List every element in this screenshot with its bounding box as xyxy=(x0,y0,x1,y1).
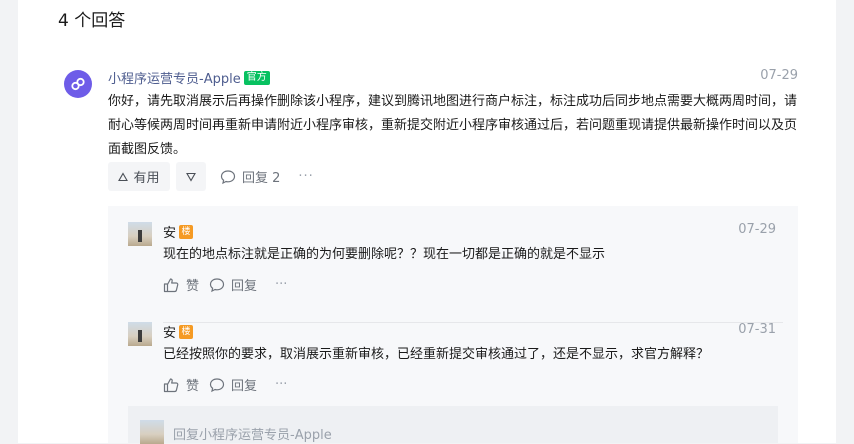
answer-more-button[interactable]: ··· xyxy=(298,169,313,184)
answers-card: 4 个回答 小程序运营专员-Apple 官方 07-29 你好，请先取消展示后再… xyxy=(18,0,836,444)
comment-icon xyxy=(209,277,225,292)
avatar[interactable] xyxy=(140,420,164,444)
nested-reply-text: 回复小程序运营专员-Apple xyxy=(173,428,332,443)
reply-label: 回复 xyxy=(231,279,258,294)
answer-reply-button[interactable]: 回复 2 xyxy=(220,167,280,186)
triangle-up-icon xyxy=(118,171,129,181)
comment-icon xyxy=(220,169,236,184)
answer-date: 07-29 xyxy=(760,68,798,83)
answer-body: 你好，请先取消展示后再操作删除该小程序，建议到腾讯地图进行商户标注，标注成功后同… xyxy=(108,94,798,157)
avatar[interactable] xyxy=(128,322,152,346)
thumbs-up-icon xyxy=(163,377,179,392)
floor-badge: 楼 xyxy=(179,324,194,339)
reply-date: 07-29 xyxy=(738,222,776,237)
reply-button[interactable]: 回复 xyxy=(209,275,257,294)
like-label: 赞 xyxy=(186,279,200,294)
avatar[interactable] xyxy=(128,222,152,246)
useful-button[interactable]: 有用 xyxy=(108,162,170,191)
floor-badge: 楼 xyxy=(179,224,194,239)
reply-text: 已经按照你的要求，取消展示重新审核，已经重新提交审核通过了，还是不显示，求官方解… xyxy=(163,347,710,362)
comment-icon xyxy=(209,377,225,392)
like-button[interactable]: 赞 xyxy=(163,275,199,294)
reply-date: 07-31 xyxy=(738,322,776,337)
triangle-down-icon xyxy=(186,172,196,182)
reply-author-name[interactable]: 安 xyxy=(163,322,176,341)
not-useful-button[interactable] xyxy=(176,162,206,191)
reply-more-button[interactable]: ··· xyxy=(275,277,287,292)
miniprogram-logo-icon[interactable] xyxy=(64,70,92,98)
useful-label: 有用 xyxy=(133,171,160,186)
reply-list: 安 楼 07-29 现在的地点标注就是正确的为何要删除呢？？现在一切都是正确的就… xyxy=(108,206,798,444)
divider xyxy=(163,322,783,323)
like-label: 赞 xyxy=(186,379,200,394)
nested-reply: 回复小程序运营专员-Apple xyxy=(128,406,778,444)
reply-more-button[interactable]: ··· xyxy=(275,377,287,392)
reply-author-name[interactable]: 安 xyxy=(163,222,176,241)
official-badge: 官方 xyxy=(243,70,270,85)
answer-author-name[interactable]: 小程序运营专员-Apple xyxy=(108,68,241,87)
like-button[interactable]: 赞 xyxy=(163,375,199,394)
answers-count-title: 4 个回答 xyxy=(58,11,126,31)
reply-text: 现在的地点标注就是正确的为何要删除呢？？现在一切都是正确的就是不显示 xyxy=(163,247,606,262)
reply-button[interactable]: 回复 xyxy=(209,375,257,394)
answer-reply-label: 回复 2 xyxy=(242,171,281,186)
reply-label: 回复 xyxy=(231,379,258,394)
thumbs-up-icon xyxy=(163,277,179,292)
